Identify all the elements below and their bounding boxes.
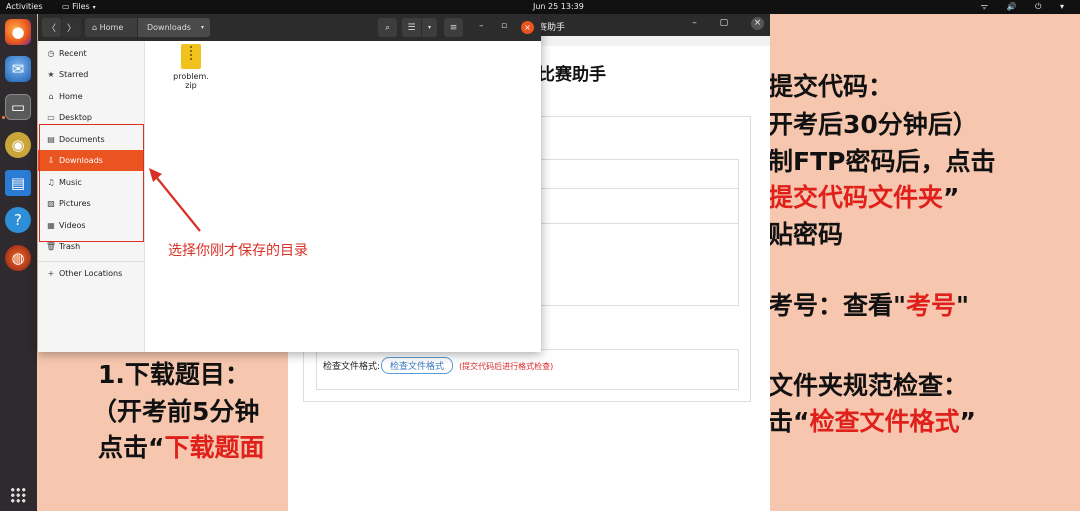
minimize-button[interactable]: – (479, 21, 484, 31)
plus-icon: + (47, 269, 55, 278)
check-format-button[interactable]: 检查文件格式 (381, 357, 454, 374)
chevron-down-icon: ▾ (92, 4, 96, 11)
writer-icon[interactable]: ▤ (5, 170, 31, 196)
breadcrumb-home[interactable]: ⌂ Home (85, 18, 137, 37)
chevron-right-icon: 〉 (66, 24, 76, 34)
chevron-down-icon: ▾ (200, 24, 204, 31)
slide-text-line: 考号：查看"考号" (768, 291, 970, 320)
slide-text-line: 提交代码： (768, 72, 894, 101)
maximize-button[interactable]: ▫ (501, 21, 507, 31)
helper-window-title: 赛助手 (538, 23, 566, 33)
search-icon: ⌕ (384, 22, 391, 33)
app-menu-files[interactable]: ▭ Files ▾ (62, 2, 96, 11)
slide-text-line: 开考后30分钟后） (768, 110, 978, 139)
file-item-problem-zip[interactable]: problem. zip (171, 44, 211, 90)
app-menu-label: Files (72, 2, 90, 11)
rhythmbox-icon[interactable]: ◉ (5, 132, 31, 158)
system-tray-icons[interactable]: ᯤ 🔊 ⏻ ▾ (981, 1, 1072, 12)
sidebar-divider (38, 261, 144, 262)
slide-text-line: 文件夹规范检查： (768, 371, 969, 400)
chevron-down-icon: ▾ (427, 24, 431, 31)
firefox-icon[interactable]: ● (5, 19, 31, 45)
breadcrumb-downloads[interactable]: Downloads ▾ (138, 18, 210, 37)
dock: ● ✉ ▭ ◉ ▤ ? ◍ (0, 14, 37, 511)
show-apps-grid-icon[interactable] (10, 487, 26, 503)
file-manager-header: 〈 〉 ⌂ Home Downloads ▾ ⌕ ☰ ▾ ≡ – ▫ × (38, 14, 541, 41)
home-icon: ⌂ (92, 23, 100, 32)
check-format-label: 检查文件格式: (323, 362, 381, 372)
annotation-text: 选择你刚才保存的目录 (168, 243, 308, 259)
sidebar-item-recent[interactable]: ◷ Recent (38, 43, 144, 64)
slide-text-line: 击“检查文件格式” (768, 407, 976, 436)
help-icon[interactable]: ? (5, 207, 31, 233)
highlight-text: 检查文件格式 (809, 407, 960, 436)
files-icon[interactable]: ▭ (5, 94, 31, 120)
chevron-left-icon: 〈 (46, 24, 56, 34)
home-icon: ⌂ (48, 92, 54, 101)
file-manager-window: 〈 〉 ⌂ Home Downloads ▾ ⌕ ☰ ▾ ≡ – ▫ × ◷ Rec… (38, 14, 541, 352)
view-options-button[interactable]: ▾ (422, 18, 437, 37)
slide-text-line: 制FTP密码后，点击 (768, 147, 996, 176)
star-icon: ★ (47, 70, 55, 79)
slide-text-line: 1.下载题目： (98, 360, 250, 389)
trash-icon: 🗑 (45, 242, 57, 251)
annotation-highlight-box (39, 124, 144, 242)
highlight-text: 提交代码文件夹 (768, 183, 944, 212)
sidebar-item-home[interactable]: ⌂ Home (38, 86, 144, 107)
page-title: 比赛助手 (538, 65, 606, 85)
slide-text-line: 提交代码文件夹” (768, 183, 960, 212)
check-format-row: 检查文件格式: 检查文件格式 (提交代码后进行格式检查) (316, 349, 739, 390)
file-name: zip (185, 81, 197, 90)
clock-icon: ◷ (47, 49, 55, 58)
close-button[interactable]: × (521, 21, 534, 34)
desktop-icon: ▭ (47, 113, 55, 122)
sidebar-item-other-locations[interactable]: + Other Locations (38, 263, 144, 284)
zip-file-icon (181, 44, 201, 69)
menu-button[interactable]: ≡ (444, 18, 463, 37)
highlight-text: 下载题面 (164, 433, 265, 462)
sidebar-item-starred[interactable]: ★ Starred (38, 64, 144, 85)
file-name: problem. (173, 72, 209, 81)
clock[interactable]: Jun 25 13:39 (533, 2, 584, 11)
highlight-text: 考号 (906, 291, 957, 320)
back-button[interactable]: 〈 (42, 18, 61, 37)
list-view-icon: ☰ (407, 22, 416, 33)
thunderbird-icon[interactable]: ✉ (5, 56, 31, 82)
view-toggle-button[interactable]: ☰ (402, 18, 421, 37)
slide-text-line: （开考前5分钟 (92, 397, 260, 426)
helper-window-controls[interactable]: – ▢ × (692, 17, 764, 30)
forward-button[interactable]: 〉 (62, 18, 81, 37)
search-button[interactable]: ⌕ (378, 18, 397, 37)
top-bar: Activities ▭ Files ▾ Jun 25 13:39 ᯤ 🔊 ⏻ ▾ (0, 0, 1080, 14)
check-format-hint: (提交代码后进行格式检查) (459, 362, 554, 371)
close-icon[interactable]: × (751, 17, 764, 30)
activities-button[interactable]: Activities (6, 2, 43, 11)
slide-text-line: 点击“下载题面 (98, 433, 265, 462)
annotation-arrow-icon (149, 168, 201, 232)
app-menu-icon: ▭ (62, 2, 73, 11)
slide-text-line: 贴密码 (768, 220, 844, 249)
software-icon[interactable]: ◍ (5, 245, 31, 271)
hamburger-icon: ≡ (449, 22, 458, 33)
